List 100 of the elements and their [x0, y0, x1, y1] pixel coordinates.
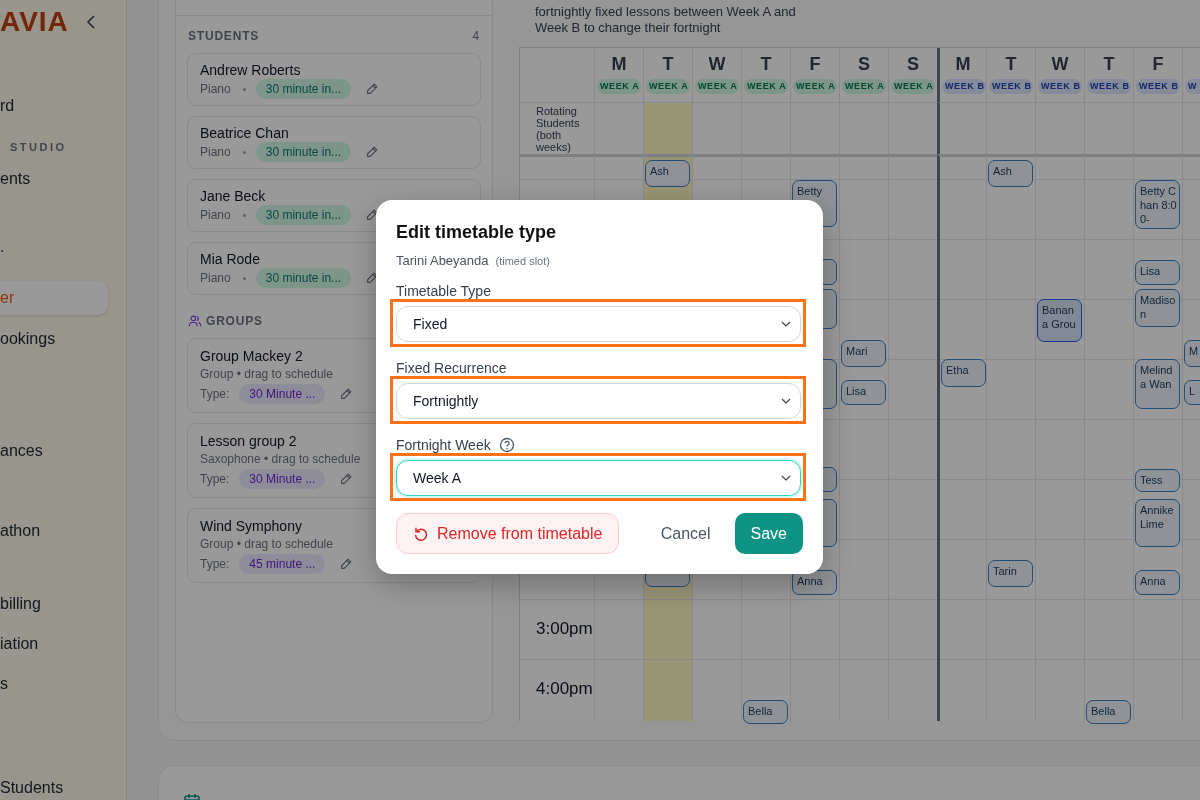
- cancel-button[interactable]: Cancel: [648, 513, 723, 554]
- remove-button[interactable]: Remove from timetable: [396, 513, 620, 554]
- separator-dot: [242, 213, 246, 217]
- day-label: W: [708, 53, 726, 75]
- lesson-type-tag: 45 minute ...: [239, 554, 326, 574]
- lesson-type-tag: 30 minute in...: [255, 79, 352, 99]
- help-text: fortnightly fixed lessons between Week A and Week B to change their fortnight: [534, 4, 797, 36]
- time-label: 3:00pm: [536, 618, 593, 640]
- student-card[interactable]: Andrew Roberts Piano 30 minute in...: [187, 53, 481, 106]
- lesson-event[interactable]: M: [1184, 340, 1200, 367]
- lesson-event[interactable]: Mari: [841, 340, 886, 367]
- lesson-event[interactable]: Melinda Wan: [1135, 359, 1180, 409]
- week-tag: WEEK A: [891, 79, 935, 94]
- week-tag: WEEK A: [744, 79, 788, 94]
- nav-item[interactable]: er: [0, 281, 108, 315]
- nav-item[interactable]: Students: [0, 776, 64, 800]
- group-name: Wind Symphony: [200, 517, 302, 535]
- group-detail: Saxophone • drag to schedule: [200, 451, 361, 468]
- help-icon[interactable]: [498, 437, 515, 453]
- select-field[interactable]: Fortnightly: [396, 383, 801, 419]
- people-icon: [188, 314, 202, 328]
- select-field[interactable]: Fixed: [396, 306, 801, 342]
- separator-dot: [242, 150, 246, 154]
- lesson-event[interactable]: Ash: [645, 160, 690, 187]
- lesson-event[interactable]: Lisa: [1135, 260, 1180, 285]
- type-label: Type:: [200, 472, 230, 486]
- instrument-label: Piano: [200, 208, 231, 222]
- nav-item[interactable]: .: [0, 235, 5, 259]
- week-tag: WEEK A: [842, 79, 886, 94]
- student-card[interactable]: Beatrice Chan Piano 30 minute in...: [187, 116, 481, 169]
- lesson-type-tag: 30 minute in...: [255, 142, 352, 162]
- instrument-label: Piano: [200, 145, 231, 159]
- lesson-event[interactable]: Ash: [988, 160, 1033, 187]
- day-label: S: [858, 53, 870, 75]
- day-label: T: [760, 53, 772, 75]
- lesson-type-tag: 30 minute in...: [255, 205, 352, 225]
- lesson-event[interactable]: Tarin: [988, 560, 1033, 587]
- undo-icon: [413, 525, 429, 542]
- student-name: Mia Rode: [200, 250, 260, 268]
- day-label: S: [907, 53, 919, 75]
- lesson-event[interactable]: Bella: [1086, 700, 1131, 724]
- nav-item[interactable]: s: [0, 672, 8, 696]
- type-label: Type:: [200, 557, 230, 571]
- instrument-label: Piano: [200, 271, 231, 285]
- nav-item[interactable]: ances: [0, 439, 43, 463]
- separator-dot: [242, 87, 246, 91]
- lesson-type-tag: 30 minute in...: [255, 268, 352, 288]
- type-label: Type:: [200, 387, 230, 401]
- week-tag: WEEK A: [646, 79, 690, 94]
- day-label: T: [1103, 53, 1115, 75]
- nav-item[interactable]: rd: [0, 94, 15, 118]
- lesson-event[interactable]: Tess: [1135, 469, 1180, 492]
- row-label: Rotating Students (both weeks): [520, 102, 594, 154]
- slot-note: (timed slot): [495, 254, 550, 269]
- lesson-event[interactable]: Lisa: [841, 380, 886, 405]
- lesson-event[interactable]: Madison: [1135, 289, 1180, 327]
- week-tag: WEEK B: [1136, 79, 1180, 94]
- lesson-event[interactable]: Anna: [792, 570, 837, 595]
- nav-item[interactable]: billing: [0, 592, 41, 616]
- nav-item[interactable]: ookings: [0, 327, 56, 351]
- day-label: W: [1051, 53, 1069, 75]
- chevron-left-icon[interactable]: [86, 14, 96, 30]
- lesson-event[interactable]: L: [1184, 380, 1200, 405]
- save-button[interactable]: Save: [734, 513, 803, 554]
- select-field[interactable]: Week A: [396, 460, 801, 496]
- section-title: GROUPS: [206, 313, 263, 329]
- day-label: F: [1152, 53, 1164, 75]
- nav-item[interactable]: ents: [0, 167, 31, 191]
- lesson-event[interactable]: Annike Lime: [1135, 499, 1180, 547]
- separator-dot: [242, 276, 246, 280]
- day-label: M: [955, 53, 971, 75]
- student-name: Jane Beck: [200, 187, 266, 205]
- week-tag: WEEK A: [793, 79, 837, 94]
- student-name: Beatrice Chan: [200, 124, 289, 142]
- week-tag: W: [1185, 79, 1200, 94]
- day-label: T: [1005, 53, 1017, 75]
- nav-item[interactable]: athon: [0, 519, 41, 543]
- week-tag: WEEK B: [989, 79, 1033, 94]
- student-name: Andrew Roberts: [200, 61, 301, 79]
- lesson-type-tag: 30 Minute ...: [239, 469, 326, 489]
- group-event[interactable]: Banana Grou: [1037, 299, 1082, 342]
- count-label: 4: [472, 28, 480, 44]
- week-tag: WEEK B: [1087, 79, 1131, 94]
- group-name: Lesson group 2: [200, 432, 297, 450]
- day-label: M: [611, 53, 627, 75]
- week-tag: WEEK B: [1038, 79, 1082, 94]
- lesson-event[interactable]: Etha: [941, 359, 986, 387]
- lesson-event[interactable]: Betty Chan 8:00-: [1135, 180, 1180, 229]
- nav-item[interactable]: iation: [0, 632, 39, 656]
- lesson-event[interactable]: Bella: [743, 700, 788, 724]
- logo-text: AVIA: [0, 6, 69, 38]
- lesson-type-tag: 30 Minute ...: [239, 384, 326, 404]
- time-label: 4:00pm: [536, 678, 593, 700]
- section-label: STUDIO: [9, 140, 67, 155]
- group-detail: Group • drag to schedule: [200, 366, 333, 383]
- lesson-event[interactable]: Anna: [1135, 570, 1180, 595]
- week-tag: WEEK A: [695, 79, 739, 94]
- week-tag: WEEK B: [942, 79, 986, 94]
- group-detail: Group • drag to schedule: [200, 536, 333, 553]
- instrument-label: Piano: [200, 82, 231, 96]
